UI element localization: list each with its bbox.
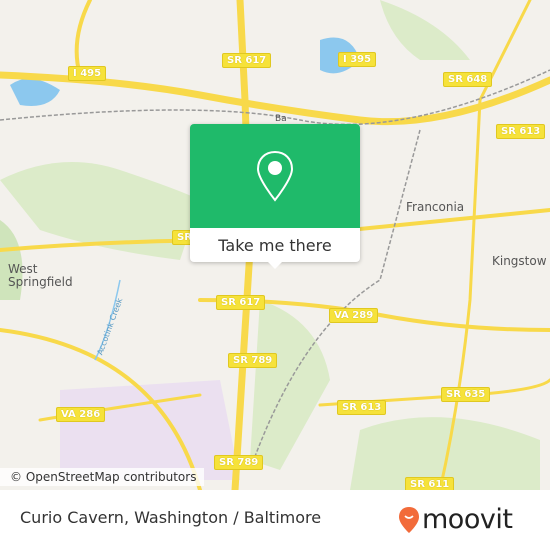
route-shield: VA 286 — [56, 407, 106, 422]
route-shield: SR 789 — [228, 353, 278, 368]
route-shield: SR 789 — [214, 455, 264, 470]
footer: Curio Cavern, Washington / Baltimore moo… — [0, 490, 550, 550]
route-shield: SR 648 — [443, 72, 493, 87]
moovit-logo[interactable]: moovit — [398, 504, 513, 535]
place-label: Kingstow — [492, 254, 547, 268]
location-title: Curio Cavern, Washington / Baltimore — [20, 508, 322, 527]
route-shield: I 495 — [68, 66, 107, 81]
route-shield: VA 289 — [329, 308, 379, 323]
attribution[interactable]: © OpenStreetMap contributors — [0, 468, 205, 486]
route-shield: SR 617 — [216, 295, 266, 310]
place-label: Franconia — [406, 200, 465, 214]
route-shield: SR 635 — [441, 387, 491, 402]
route-shield: SR 613 — [496, 124, 546, 139]
route-shield: SR 617 — [222, 53, 272, 68]
map-pin-icon — [256, 150, 294, 202]
moovit-pin-icon — [399, 506, 419, 533]
popup-header — [190, 124, 360, 228]
take-me-there-button[interactable]: Take me there — [190, 228, 360, 262]
route-shield: SR 613 — [337, 400, 387, 415]
brand-name: moovit — [422, 504, 513, 535]
place-label: West Springfield — [8, 262, 73, 289]
route-shield: I 395 — [338, 52, 377, 67]
location-popup: Take me there — [190, 124, 360, 269]
